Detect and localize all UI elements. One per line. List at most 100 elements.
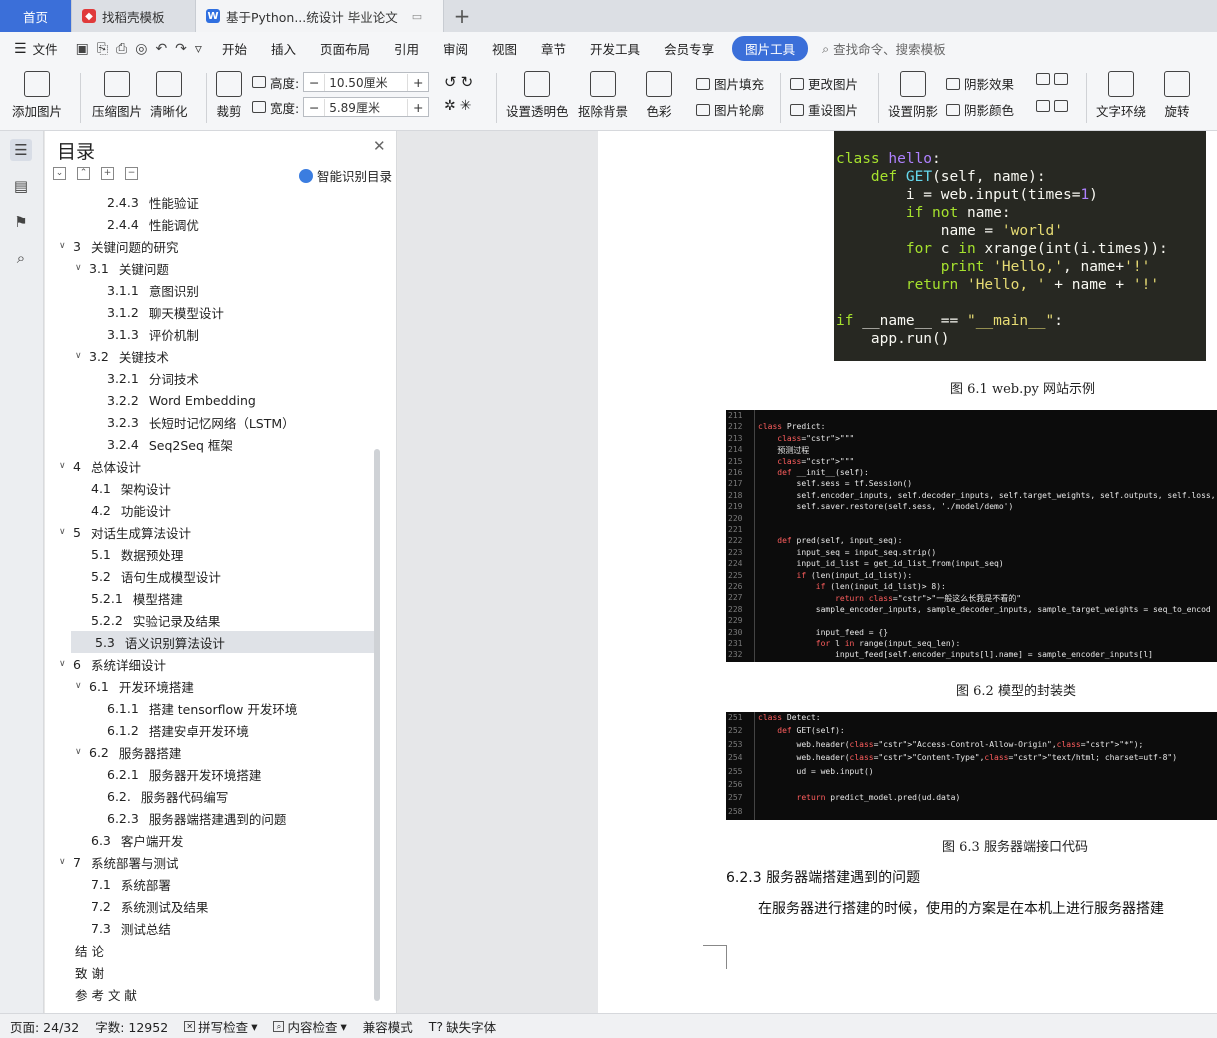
menu-member[interactable]: 会员专享 (652, 39, 726, 58)
set-shadow-button[interactable]: 设置阴影 (888, 65, 938, 120)
toc-item[interactable]: 7.3 测试总结 (75, 917, 171, 939)
shadow-left-icon[interactable] (1036, 100, 1050, 112)
toc-item[interactable]: 3.2.2 Word Embedding (107, 389, 256, 411)
toc-item[interactable]: 5.2.2 实验记录及结果 (75, 609, 220, 631)
chevron-down-icon[interactable]: ∨ (75, 681, 89, 691)
clarify-button[interactable]: 清晰化 (150, 65, 188, 120)
close-icon[interactable]: ✕ (373, 137, 386, 155)
remove-entry-icon[interactable]: − (125, 167, 138, 180)
menu-reference[interactable]: 引用 (382, 39, 431, 58)
preview-icon[interactable]: ◎ (135, 41, 147, 57)
webpy-code-figure[interactable]: class hello: def GET(self, name): i = we… (834, 131, 1206, 361)
bookmark-icon[interactable]: ⚑ (10, 211, 32, 233)
toc-item[interactable]: 6.2.3 服务器端搭建遇到的问题 (107, 807, 286, 829)
toc-item[interactable]: 6.1.2 搭建安卓开发环境 (107, 719, 249, 741)
toc-item[interactable]: ∨ 6.2 服务器搭建 (75, 741, 181, 763)
toc-panel-icon[interactable]: ☰ (10, 139, 32, 161)
word-count[interactable]: 字数: 12952 (87, 1017, 176, 1036)
toc-item[interactable]: ∨ 3 关键问题的研究 (59, 235, 178, 257)
chevron-down-icon[interactable]: ∨ (75, 747, 89, 757)
toc-item[interactable]: ∨ 3.1 关键问题 (75, 257, 169, 279)
page-indicator[interactable]: 页面: 24/32 (0, 1017, 87, 1036)
spell-check-button[interactable]: ✕ 拼写检查 ▾ (176, 1017, 265, 1036)
toc-item[interactable]: 6.2.1 服务器开发环境搭建 (107, 763, 261, 785)
toc-item[interactable]: 致 谢 (75, 961, 104, 983)
toc-item[interactable]: 3.1.3 评价机制 (107, 323, 199, 345)
height-value[interactable]: 10.50厘米 (324, 73, 409, 91)
toc-item[interactable]: 3.2.3 长短时记忆网络（LSTM） (107, 411, 295, 433)
toc-item[interactable]: 6.1.1 搭建 tensorflow 开发环境 (107, 697, 297, 719)
rotate-right-icon[interactable]: ↻ (461, 73, 474, 91)
add-image-button[interactable]: 添加图片 (12, 65, 62, 120)
tab-daoke[interactable]: ◆ 找稻壳模板 (72, 0, 196, 32)
shadow-color-button[interactable]: 阴影颜色 (946, 100, 1014, 119)
toc-item[interactable]: 7.2 系统测试及结果 (75, 895, 208, 917)
toc-item[interactable]: 3.1.2 聊天模型设计 (107, 301, 224, 323)
compat-mode[interactable]: 兼容模式 (355, 1017, 421, 1036)
toc-item[interactable]: 4.2 功能设计 (75, 499, 171, 521)
toc-item[interactable]: 结 论 (75, 939, 104, 961)
brightness-icon[interactable]: ✲ (444, 98, 456, 114)
width-increase-button[interactable]: + (408, 100, 428, 115)
shadow-effect-button[interactable]: 阴影效果 (946, 74, 1014, 93)
image-outline-button[interactable]: 图片轮廓 (696, 100, 764, 119)
add-entry-icon[interactable]: + (101, 167, 114, 180)
toc-item[interactable]: 5.3 语义识别算法设计 (71, 631, 375, 653)
height-decrease-button[interactable]: − (304, 75, 324, 90)
width-value[interactable]: 5.89厘米 (324, 98, 409, 116)
toc-item[interactable]: 3.2.1 分词技术 (107, 367, 199, 389)
toc-item[interactable]: 7.1 系统部署 (75, 873, 171, 895)
toc-item[interactable]: ∨ 7 系统部署与测试 (59, 851, 178, 873)
toc-item[interactable]: ∨ 3.2 关键技术 (75, 345, 169, 367)
change-image-button[interactable]: 更改图片 (790, 74, 858, 93)
toc-item[interactable]: ∨ 6.1 开发环境搭建 (75, 675, 194, 697)
chevron-down-icon[interactable]: ∨ (75, 263, 89, 273)
toc-item[interactable]: 5.1 数据预处理 (75, 543, 183, 565)
toc-item[interactable]: 参 考 文 献 (75, 983, 137, 1005)
rotate-left-icon[interactable]: ↺ (444, 73, 457, 91)
menu-insert[interactable]: 插入 (259, 39, 308, 58)
reset-image-button[interactable]: 重设图片 (790, 100, 858, 119)
toc-item[interactable]: ∨ 5 对话生成算法设计 (59, 521, 191, 543)
detect-code-figure[interactable]: 251 class Detect: 252 def GET(self): 253 we… (726, 712, 1217, 820)
width-stepper[interactable]: − 5.89厘米 + (303, 97, 430, 117)
smart-toc-button[interactable]: 智能识别目录 (299, 166, 392, 185)
toc-item[interactable]: 3.2.4 Seq2Seq 框架 (107, 433, 233, 455)
undo-icon[interactable]: ↶ (155, 41, 167, 57)
toc-item[interactable]: 2.4.4 性能调优 (107, 213, 199, 235)
file-menu[interactable]: ☰ 文件 (0, 39, 68, 58)
toc-item[interactable]: 5.2.1 模型搭建 (75, 587, 183, 609)
chevron-down-icon[interactable]: ∨ (59, 241, 73, 251)
missing-font-button[interactable]: T? 缺失字体 (421, 1017, 504, 1036)
chevron-down-icon[interactable]: ∨ (75, 351, 89, 361)
shadow-up-icon[interactable] (1036, 73, 1050, 85)
shadow-down-icon[interactable] (1054, 73, 1068, 85)
tab-screen-icon[interactable]: ▭ (412, 10, 422, 23)
toc-item[interactable]: 6.3 客户端开发 (75, 829, 183, 851)
navigation-panel-icon[interactable]: ▤ (10, 175, 32, 197)
height-stepper[interactable]: − 10.50厘米 + (303, 72, 430, 92)
menu-review[interactable]: 审阅 (431, 39, 480, 58)
menu-picture-tools[interactable]: 图片工具 (732, 36, 809, 61)
chevron-down-icon[interactable]: ∨ (59, 857, 73, 867)
expand-all-icon[interactable]: ⌃ (77, 167, 90, 180)
menu-start[interactable]: 开始 (210, 39, 259, 58)
redo-icon[interactable]: ↷ (175, 41, 187, 57)
rotate-button[interactable]: 旋转 (1164, 65, 1190, 120)
content-check-button[interactable]: ⌕ 内容检查 ▾ (265, 1017, 354, 1036)
toc-item[interactable]: 6.2. 服务器代码编写 (107, 785, 228, 807)
toc-item[interactable]: ∨ 6 系统详细设计 (59, 653, 166, 675)
contrast-icon[interactable]: ✳ (460, 98, 472, 114)
menu-view[interactable]: 视图 (480, 39, 529, 58)
toc-item[interactable]: ∨ 4 总体设计 (59, 455, 141, 477)
toc-item[interactable]: 2.4.3 性能验证 (107, 191, 199, 213)
compress-image-button[interactable]: 压缩图片 (92, 65, 142, 120)
toc-scrollbar[interactable] (374, 449, 380, 1001)
tab-document[interactable]: W 基于Python...统设计 毕业论文 ▭ (196, 0, 444, 32)
predict-code-figure[interactable]: 211 212 class Predict: 213 class="cstr">"""… (726, 410, 1217, 662)
chevron-down-icon[interactable]: ∨ (59, 461, 73, 471)
menu-devtools[interactable]: 开发工具 (578, 39, 652, 58)
text-wrap-button[interactable]: 文字环绕 (1096, 65, 1146, 120)
remove-bg-button[interactable]: 抠除背景 (578, 65, 628, 120)
width-decrease-button[interactable]: − (304, 100, 324, 115)
